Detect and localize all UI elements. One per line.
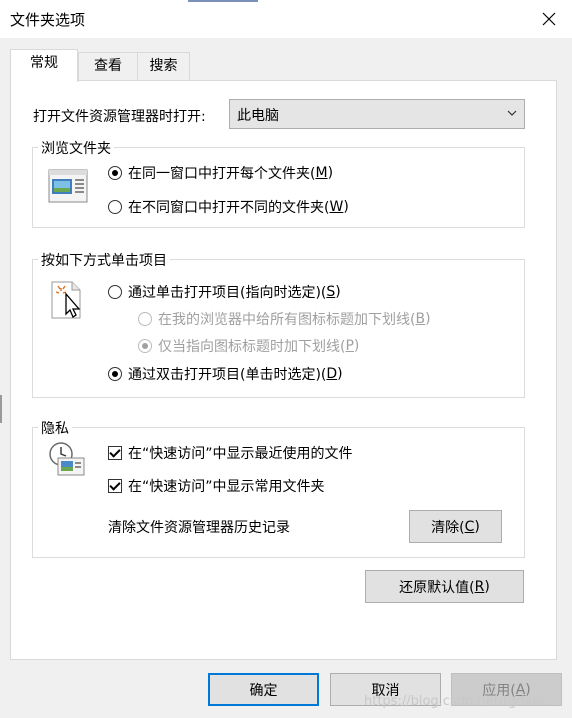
paren: ) <box>335 284 341 300</box>
ok-button[interactable]: 确定 <box>208 673 319 706</box>
double-click-label: 通过双击打开项目(单击时选定)( <box>128 367 327 383</box>
paren: ) <box>474 518 480 535</box>
paren: ) <box>337 366 343 382</box>
restore-defaults-button[interactable]: 还原默认值(R) <box>365 570 524 603</box>
access-key: S <box>326 284 336 300</box>
same-window-label: 在同一窗口中打开每个文件夹( <box>128 166 316 182</box>
tab-search[interactable]: 搜索 <box>137 52 190 81</box>
access-key: M <box>315 165 328 181</box>
cancel-label: 取消 <box>371 682 400 699</box>
paren: ) <box>525 681 531 698</box>
radio-indicator <box>138 339 152 353</box>
access-key: W <box>329 199 344 215</box>
underline-point-radio[interactable]: 仅当指向图标标题时加下划线(P) <box>138 336 359 356</box>
cancel-button[interactable]: 取消 <box>330 673 441 706</box>
new-window-label: 在不同窗口中打开不同的文件夹( <box>128 200 330 216</box>
paren: ) <box>343 199 349 215</box>
window-title: 文件夹选项 <box>10 11 86 29</box>
radio-indicator <box>108 166 122 180</box>
access-key: P <box>345 338 354 354</box>
privacy-clock-icon <box>49 442 85 476</box>
close-icon <box>542 12 556 26</box>
radio-indicator <box>108 200 122 214</box>
clear-history-button[interactable]: 清除(C) <box>409 510 502 543</box>
privacy-title: 隐私 <box>38 418 72 438</box>
underline-point-label: 仅当指向图标标题时加下划线( <box>158 339 346 355</box>
radio-indicator <box>108 367 122 381</box>
show-recent-files-checkbox[interactable]: 在“快速访问”中显示最近使用的文件 <box>108 443 353 463</box>
chevron-down-icon <box>507 110 517 116</box>
restore-defaults-label: 还原默认值( <box>399 579 475 596</box>
click-items-title: 按如下方式单击项目 <box>38 250 170 270</box>
open-explorer-value: 此电脑 <box>237 108 279 124</box>
ok-label: 确定 <box>249 682 278 699</box>
show-frequent-folders-label: 在“快速访问”中显示常用文件夹 <box>128 479 325 495</box>
access-key: D <box>326 366 338 382</box>
paren: ) <box>425 311 431 327</box>
background-window-fragment <box>188 0 258 2</box>
open-explorer-label: 打开文件资源管理器时打开: <box>33 109 206 125</box>
folder-window-icon <box>48 169 88 203</box>
close-button[interactable] <box>526 0 572 38</box>
single-click-radio[interactable]: 通过单击打开项目(指向时选定)(S) <box>108 282 341 302</box>
double-click-radio[interactable]: 通过双击打开项目(单击时选定)(D) <box>108 364 343 384</box>
title-bar: 文件夹选项 <box>0 0 572 38</box>
single-click-label: 通过单击打开项目(指向时选定)( <box>128 285 327 301</box>
same-window-radio[interactable]: 在同一窗口中打开每个文件夹(M) <box>108 163 333 183</box>
background-window-fragment <box>0 395 2 423</box>
browse-folders-title: 浏览文件夹 <box>38 138 114 158</box>
open-explorer-dropdown[interactable]: 此电脑 <box>229 99 525 129</box>
tab-view[interactable]: 查看 <box>78 52 138 81</box>
access-key: C <box>464 518 475 535</box>
underline-all-label: 在我的浏览器中给所有图标标题加下划线( <box>158 312 416 328</box>
access-key: A <box>515 681 526 698</box>
paren: ) <box>484 578 490 595</box>
paren: ) <box>327 165 334 181</box>
underline-all-radio[interactable]: 在我的浏览器中给所有图标标题加下划线(B) <box>138 309 431 329</box>
radio-indicator <box>138 312 152 326</box>
new-window-radio[interactable]: 在不同窗口中打开不同的文件夹(W) <box>108 197 349 217</box>
tab-general[interactable]: 常规 <box>10 49 78 82</box>
checkbox-indicator <box>108 446 122 460</box>
apply-label: 应用( <box>482 682 516 699</box>
pointer-click-icon <box>51 281 81 319</box>
paren: ) <box>353 338 360 354</box>
apply-button[interactable]: 应用(A) <box>451 673 562 706</box>
clear-button-label: 清除( <box>431 519 465 536</box>
clear-history-label: 清除文件资源管理器历史记录 <box>108 520 290 536</box>
access-key: B <box>415 311 426 327</box>
checkbox-indicator <box>108 479 122 493</box>
radio-indicator <box>108 285 122 299</box>
show-frequent-folders-checkbox[interactable]: 在“快速访问”中显示常用文件夹 <box>108 476 325 496</box>
access-key: R <box>474 578 485 595</box>
show-recent-files-label: 在“快速访问”中显示最近使用的文件 <box>128 446 353 462</box>
